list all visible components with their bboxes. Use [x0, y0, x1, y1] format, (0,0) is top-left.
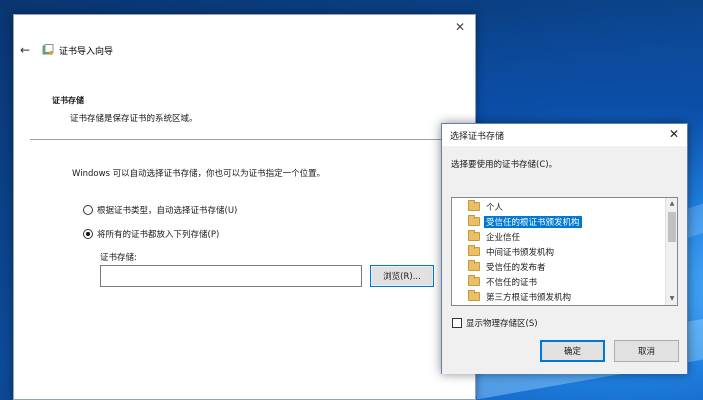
- ok-button[interactable]: 确定: [540, 340, 605, 362]
- checkbox[interactable]: [452, 318, 462, 328]
- divider: [30, 139, 460, 140]
- scroll-up-icon[interactable]: ▲: [666, 198, 677, 210]
- tree-item[interactable]: 不信任的证书: [452, 274, 665, 289]
- close-icon[interactable]: ✕: [453, 20, 467, 34]
- wizard-title: 证书导入向导: [59, 47, 114, 57]
- dialog-title: 选择证书存储: [450, 132, 505, 142]
- wizard-header: ← 证书导入向导: [14, 41, 475, 61]
- tree-item[interactable]: 第三方根证书颁发机构: [452, 289, 665, 304]
- folder-icon: [468, 230, 480, 241]
- tree-item-label: 企业信任: [486, 232, 521, 243]
- folder-icon: [468, 275, 480, 286]
- tree-item-label: 受信任的根证书颁发机构: [484, 215, 582, 228]
- radio-button[interactable]: [83, 205, 93, 215]
- store-input[interactable]: [100, 265, 362, 287]
- certificate-icon: [42, 44, 54, 55]
- show-physical-label: 显示物理存储区(S): [466, 319, 538, 329]
- tree-item-selected[interactable]: 受信任的根证书颁发机构: [452, 214, 665, 229]
- folder-icon: [468, 245, 480, 256]
- store-label: 证书存储:: [100, 253, 137, 263]
- store-tree[interactable]: 个人 受信任的根证书颁发机构 企业信任 中间证书颁发机构 受信任的发布者 不信任…: [451, 197, 678, 306]
- tree-item[interactable]: 企业信任: [452, 229, 665, 244]
- dialog-body: 选择要使用的证书存储(C)。 个人 受信任的根证书颁发机构 企业信任 中间证书颁: [442, 146, 687, 374]
- cancel-button[interactable]: 取消: [614, 340, 679, 362]
- tree-item-label: 中间证书颁发机构: [486, 247, 555, 258]
- browse-button[interactable]: 浏览(R)...: [370, 265, 434, 287]
- radio-button-checked[interactable]: [83, 229, 93, 239]
- tree-item-label: 第三方根证书颁发机构: [486, 292, 572, 303]
- show-physical-stores[interactable]: 显示物理存储区(S): [452, 317, 538, 329]
- section-heading: 证书存储: [52, 96, 84, 105]
- folder-icon: [468, 290, 480, 301]
- folder-icon: [468, 200, 480, 211]
- radio-auto-label: 根据证书类型，自动选择证书存储(U): [97, 206, 238, 216]
- scroll-down-icon[interactable]: ▼: [666, 293, 677, 305]
- tree-item[interactable]: 受信任的发布者: [452, 259, 665, 274]
- radio-auto-select[interactable]: 根据证书类型，自动选择证书存储(U): [83, 204, 237, 216]
- select-store-dialog: 选择证书存储 ✕ 选择要使用的证书存储(C)。 个人 受信任的根证书颁发机构 企…: [441, 123, 688, 374]
- dialog-prompt: 选择要使用的证书存储(C)。: [451, 160, 558, 170]
- tree-item[interactable]: 个人: [452, 199, 665, 214]
- section-description: 证书存储是保存证书的系统区域。: [70, 114, 198, 124]
- back-arrow-icon[interactable]: ←: [20, 43, 30, 57]
- folder-icon: [468, 215, 480, 226]
- close-icon[interactable]: ✕: [669, 127, 679, 141]
- tree-item-label: 个人: [486, 202, 504, 213]
- radio-place-all[interactable]: 将所有的证书都放入下列存储(P): [83, 228, 219, 240]
- certificate-import-wizard: ✕ ← 证书导入向导 证书存储 证书存储是保存证书的系统区域。 Windows …: [13, 14, 476, 400]
- store-list: 个人 受信任的根证书颁发机构 企业信任 中间证书颁发机构 受信任的发布者 不信任…: [452, 199, 665, 304]
- radio-manual-label: 将所有的证书都放入下列存储(P): [97, 230, 220, 240]
- vertical-scrollbar[interactable]: ▲ ▼: [665, 198, 677, 305]
- tree-item-label: 受信任的发布者: [486, 262, 546, 273]
- tree-item[interactable]: 中间证书颁发机构: [452, 244, 665, 259]
- scroll-thumb[interactable]: [668, 212, 676, 242]
- intro-text: Windows 可以自动选择证书存储，你也可以为证书指定一个位置。: [72, 169, 326, 179]
- folder-icon: [468, 260, 480, 271]
- tree-item-label: 不信任的证书: [486, 277, 538, 288]
